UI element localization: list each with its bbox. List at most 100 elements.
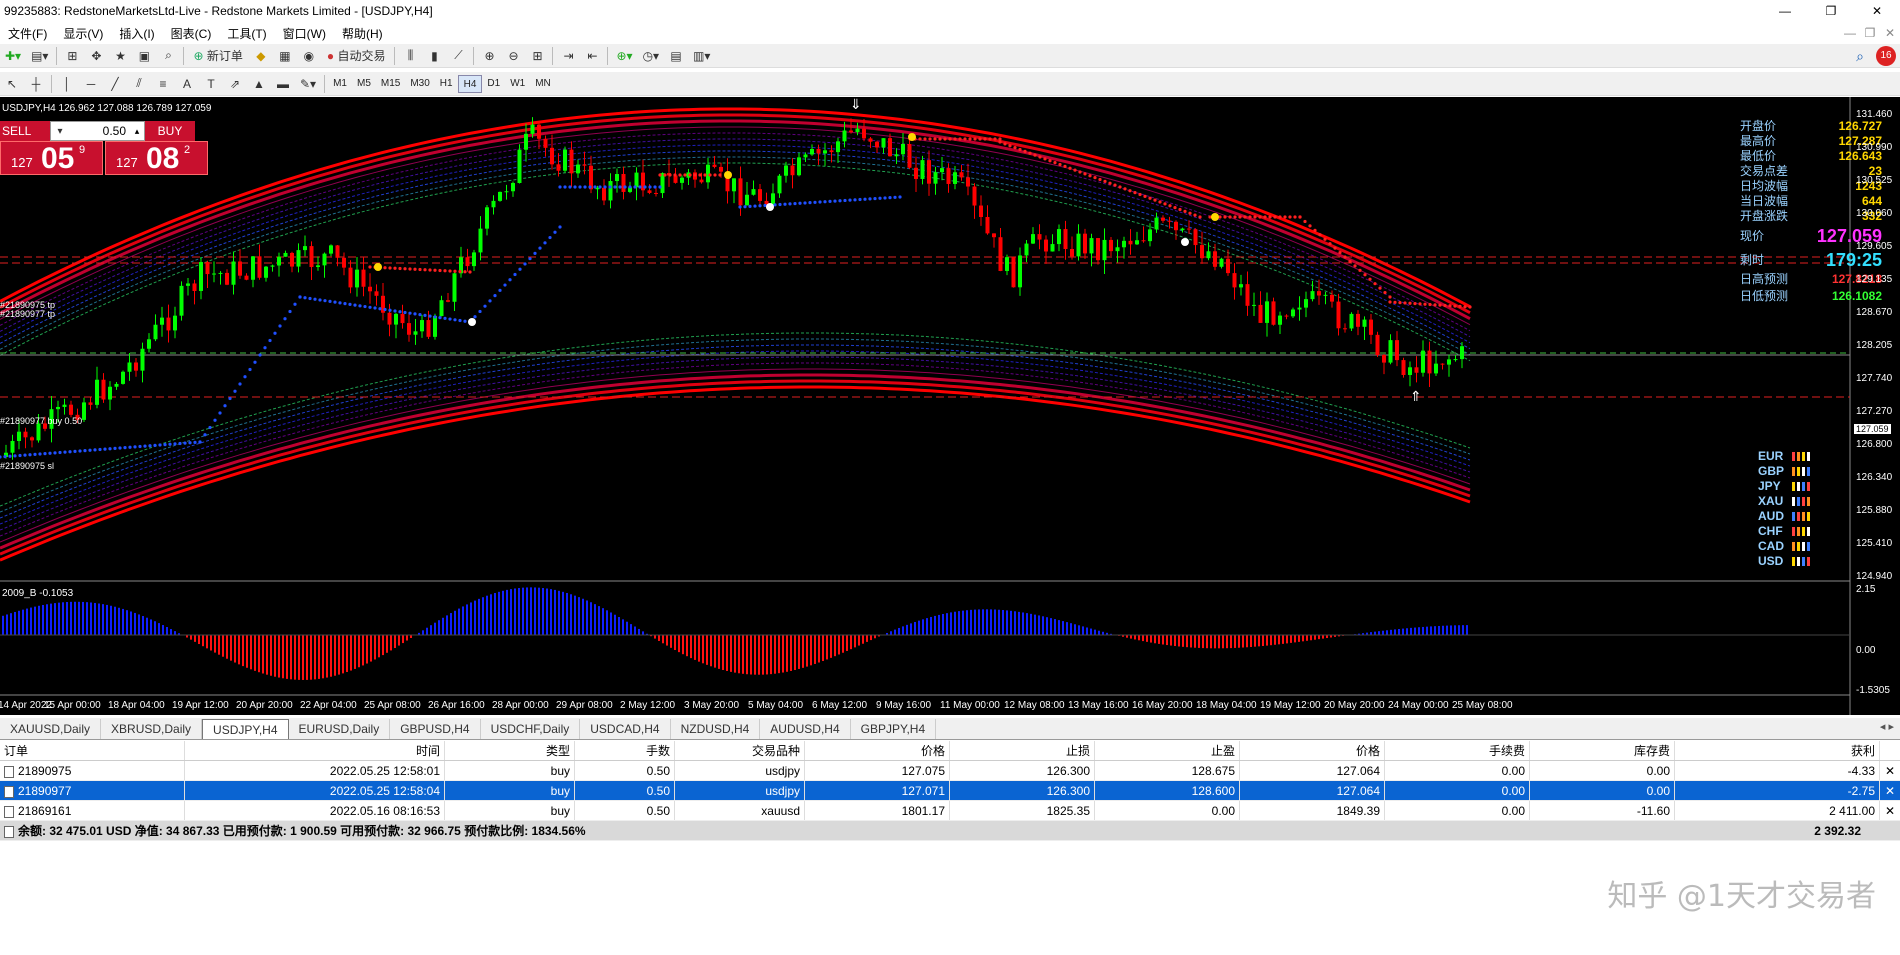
menu-view[interactable]: 显示(V) <box>55 25 111 42</box>
chevron-up-icon[interactable]: ▴ <box>130 126 144 137</box>
sell-button[interactable]: SELL <box>0 121 50 141</box>
zoom-out-icon[interactable]: ⊖ <box>503 46 523 66</box>
signals-icon[interactable]: ▦ <box>275 46 295 66</box>
menu-file[interactable]: 文件(F) <box>0 25 55 42</box>
close-order-icon[interactable]: ✕ <box>1880 801 1900 820</box>
cursor-icon[interactable]: ↖ <box>2 74 22 94</box>
col-sl[interactable]: 止损 <box>950 741 1095 760</box>
tab-usdchf-daily[interactable]: USDCHF,Daily <box>481 719 581 739</box>
chevron-down-icon[interactable]: ▾ <box>51 126 69 137</box>
menu-insert[interactable]: 插入(I) <box>111 25 162 42</box>
col-profit[interactable]: 获利 <box>1675 741 1880 760</box>
tab-usdcad-h4[interactable]: USDCAD,H4 <box>580 719 671 739</box>
timeframe-m30[interactable]: M30 <box>405 75 434 93</box>
metaeditor-icon[interactable]: ◆ <box>251 46 271 66</box>
data-window-icon[interactable]: ✥ <box>86 46 106 66</box>
table-row[interactable]: 21869161 2022.05.16 08:16:53 buy 0.50 xa… <box>0 801 1900 821</box>
child-restore-icon[interactable]: ❐ <box>1860 22 1880 44</box>
triangle-icon[interactable]: ▲ <box>249 74 269 94</box>
notifications-icon[interactable]: 16 <box>1876 46 1896 66</box>
close-order-icon[interactable]: ✕ <box>1880 761 1900 780</box>
tab-eurusd-daily[interactable]: EURUSD,Daily <box>289 719 391 739</box>
col-order[interactable]: 订单 <box>0 741 185 760</box>
new-order-button[interactable]: ⊕ 新订单 <box>189 46 246 66</box>
zoom-in-icon[interactable]: ⊕ <box>479 46 499 66</box>
timeframe-mn[interactable]: MN <box>530 75 556 93</box>
tab-xbrusd-daily[interactable]: XBRUSD,Daily <box>101 719 203 739</box>
horizontal-line-icon[interactable]: ─ <box>81 74 101 94</box>
equidistant-channel-icon[interactable]: ⫽ <box>129 74 149 94</box>
text-label-icon[interactable]: T <box>201 74 221 94</box>
chart-template-icon[interactable]: ▥▾ <box>690 46 713 66</box>
menu-tools[interactable]: 工具(T) <box>219 25 274 42</box>
profiles-icon[interactable]: ▤▾ <box>28 46 51 66</box>
indicators-icon[interactable]: ⊕▾ <box>613 46 635 66</box>
line-chart-icon[interactable]: ⟋ <box>448 46 468 66</box>
text-icon[interactable]: A <box>177 74 197 94</box>
col-lots[interactable]: 手数 <box>575 741 675 760</box>
table-row[interactable]: 21890975 2022.05.25 12:58:01 buy 0.50 us… <box>0 761 1900 781</box>
tab-xauusd-daily[interactable]: XAUUSD,Daily <box>0 719 102 739</box>
templates-icon[interactable]: ▤ <box>666 46 686 66</box>
lot-size-input[interactable]: ▾ 0.50 ▴ <box>50 121 145 141</box>
tile-windows-icon[interactable]: ⊞ <box>527 46 547 66</box>
trendline-icon[interactable]: ╱ <box>105 74 125 94</box>
tabs-scroll-icon[interactable]: ◂ ▸ <box>1880 720 1894 733</box>
navigator-icon[interactable]: ★ <box>110 46 130 66</box>
minimize-button[interactable]: — <box>1762 0 1808 22</box>
tab-usdjpy-h4[interactable]: USDJPY,H4 <box>202 719 289 739</box>
price-chart-canvas[interactable]: ⇓⇑ <box>0 97 1900 715</box>
rectangle-icon[interactable]: ▬ <box>273 74 293 94</box>
col-tp[interactable]: 止盈 <box>1095 741 1240 760</box>
more-shapes-icon[interactable]: ✎▾ <box>297 74 319 94</box>
col-symbol[interactable]: 交易品种 <box>675 741 805 760</box>
chart-shift-icon[interactable]: ⇤ <box>582 46 602 66</box>
menu-charts[interactable]: 图表(C) <box>163 25 220 42</box>
timeframe-w1[interactable]: W1 <box>505 75 530 93</box>
col-type[interactable]: 类型 <box>445 741 575 760</box>
close-order-icon[interactable]: ✕ <box>1880 781 1900 800</box>
tab-nzdusd-h4[interactable]: NZDUSD,H4 <box>671 719 761 739</box>
child-minimize-icon[interactable]: — <box>1840 22 1860 44</box>
arrows-icon[interactable]: ⇗ <box>225 74 245 94</box>
strategy-tester-icon[interactable]: ⌕ <box>158 46 178 66</box>
fibonacci-icon[interactable]: ≡ <box>153 74 173 94</box>
timeframe-h4[interactable]: H4 <box>457 74 483 93</box>
buy-quote[interactable]: 127 08 2 <box>105 141 208 175</box>
vertical-line-icon[interactable]: │ <box>57 74 77 94</box>
vps-icon[interactable]: ◉ <box>299 46 319 66</box>
timeframe-d1[interactable]: D1 <box>482 75 505 93</box>
new-chart-icon[interactable]: ✚▾ <box>2 46 24 66</box>
chart-window[interactable]: ⇓ ⇑ USDJPY,H4 126.962 127.088 126.789 127… <box>0 97 1900 715</box>
maximize-button[interactable]: ❐ <box>1808 0 1854 22</box>
col-current-price[interactable]: 价格 <box>1240 741 1385 760</box>
tab-gbpusd-h4[interactable]: GBPUSD,H4 <box>390 719 481 739</box>
col-commission[interactable]: 手续费 <box>1385 741 1530 760</box>
timeframe-m5[interactable]: M5 <box>352 75 376 93</box>
timeframe-h1[interactable]: H1 <box>435 75 458 93</box>
col-swap[interactable]: 库存费 <box>1530 741 1675 760</box>
buy-button[interactable]: BUY <box>145 121 195 141</box>
periods-icon[interactable]: ◷▾ <box>640 46 663 66</box>
candlestick-icon[interactable]: ▮ <box>424 46 444 66</box>
bar-chart-icon[interactable]: ⫼ <box>400 46 420 66</box>
child-close-icon[interactable]: ✕ <box>1880 22 1900 44</box>
tab-audusd-h4[interactable]: AUDUSD,H4 <box>760 719 851 739</box>
crosshair-icon[interactable]: ┼ <box>26 74 46 94</box>
col-open-price[interactable]: 价格 <box>805 741 950 760</box>
tab-gbpjpy-h4[interactable]: GBPJPY,H4 <box>851 719 937 739</box>
search-icon[interactable]: ⌕ <box>1856 48 1864 65</box>
menu-window[interactable]: 窗口(W) <box>275 25 334 42</box>
table-row[interactable]: 21890977 2022.05.25 12:58:04 buy 0.50 us… <box>0 781 1900 801</box>
close-button[interactable]: ✕ <box>1854 0 1900 22</box>
sell-quote[interactable]: 127 05 9 <box>0 141 103 175</box>
autoscroll-icon[interactable]: ⇥ <box>558 46 578 66</box>
auto-trading-button[interactable]: ● 自动交易 <box>323 46 390 66</box>
timeframe-m1[interactable]: M1 <box>328 75 352 93</box>
col-time[interactable]: 时间 <box>185 741 445 760</box>
timeframe-m15[interactable]: M15 <box>376 75 405 93</box>
market-watch-icon[interactable]: ⊞ <box>62 46 82 66</box>
trend-stop-dot <box>753 204 757 208</box>
menu-help[interactable]: 帮助(H) <box>334 25 391 42</box>
terminal-icon[interactable]: ▣ <box>134 46 154 66</box>
